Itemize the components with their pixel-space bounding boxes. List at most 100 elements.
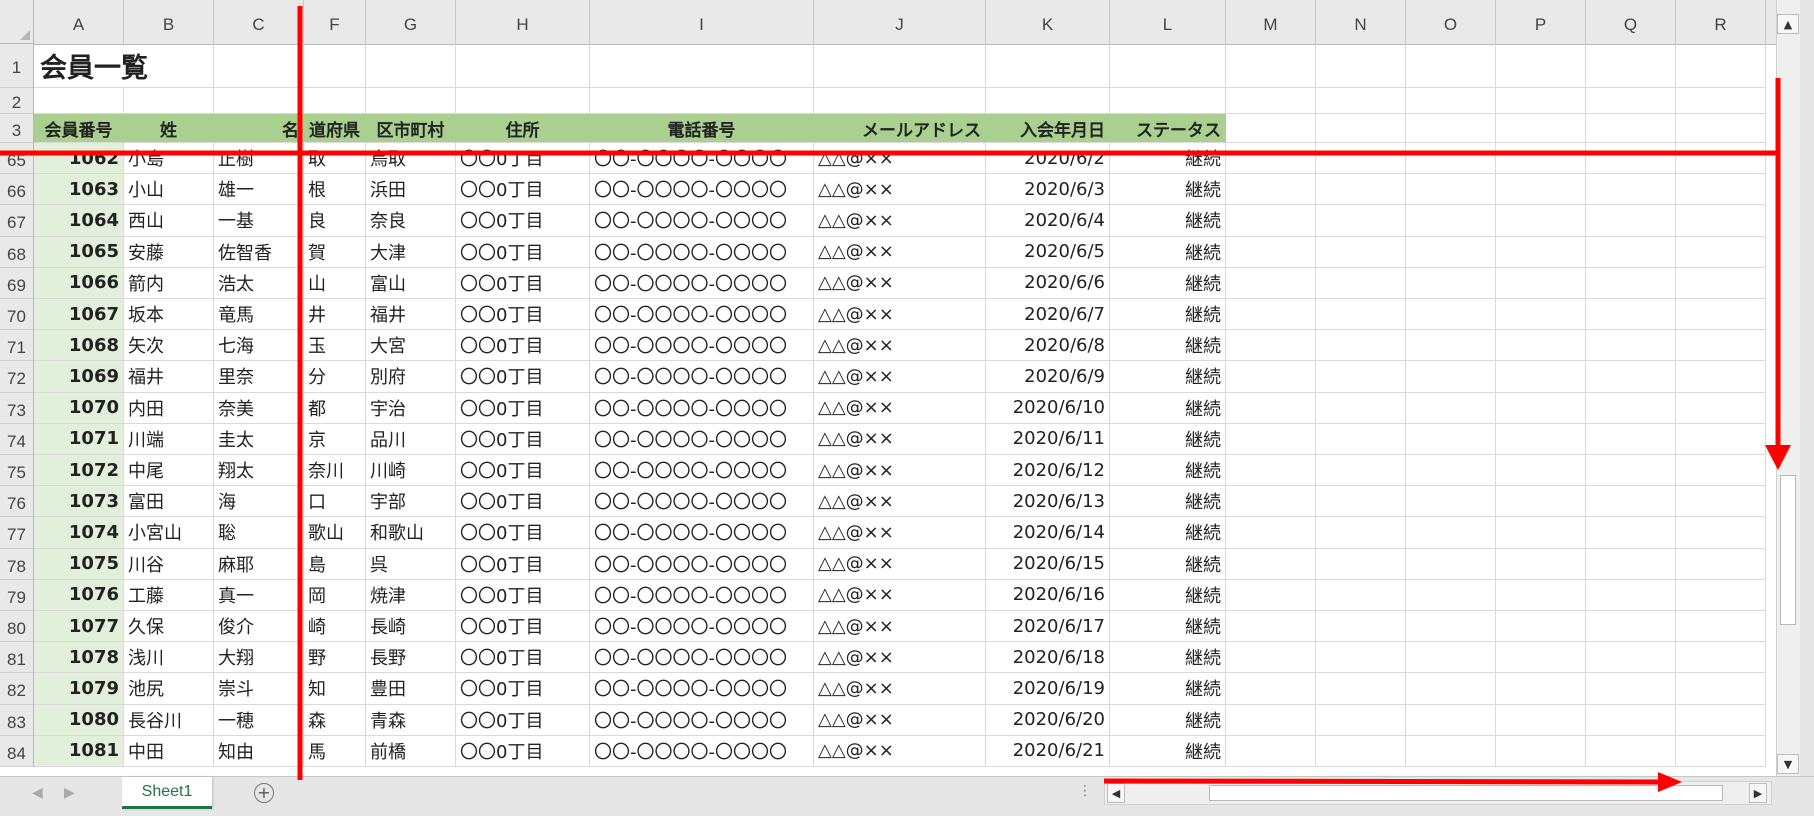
table-cell-tel[interactable]: 〇〇-〇〇〇〇-〇〇〇〇 (590, 143, 814, 175)
table-cell-pref[interactable]: 口 (304, 486, 366, 518)
empty-cell[interactable] (1316, 735, 1406, 767)
empty-cell[interactable] (1406, 114, 1496, 143)
table-cell-date[interactable]: 2020/6/3 (986, 174, 1110, 206)
column-header-p[interactable]: P (1496, 0, 1586, 44)
table-cell-status[interactable]: 継続 (1110, 267, 1226, 299)
table-cell-status[interactable]: 継続 (1110, 174, 1226, 206)
table-cell-mei[interactable]: 一基 (214, 205, 304, 237)
empty-cell[interactable] (124, 88, 214, 114)
table-cell-status[interactable]: 継続 (1110, 548, 1226, 580)
empty-cell[interactable] (1586, 143, 1676, 175)
row-header-1[interactable]: 1 (0, 44, 33, 88)
table-cell-addr[interactable]: 〇〇0丁目 (456, 611, 590, 643)
table-cell-pref[interactable]: 森 (304, 704, 366, 736)
empty-cell[interactable] (304, 44, 366, 88)
table-cell-date[interactable]: 2020/6/6 (986, 267, 1110, 299)
plus-circle-icon[interactable]: + (254, 783, 274, 803)
table-cell-date[interactable]: 2020/6/19 (986, 673, 1110, 705)
empty-cell[interactable] (1226, 205, 1316, 237)
table-cell-mei[interactable]: 正樹 (214, 143, 304, 175)
table-cell-status[interactable]: 継続 (1110, 392, 1226, 424)
empty-cell[interactable] (1406, 88, 1496, 114)
table-cell-id[interactable]: 1081 (34, 735, 124, 767)
row-header-73[interactable]: 73 (0, 393, 33, 424)
table-cell-id[interactable]: 1078 (34, 642, 124, 674)
table-cell-id[interactable]: 1069 (34, 361, 124, 393)
empty-cell[interactable] (1676, 236, 1766, 268)
empty-cell[interactable] (1676, 267, 1766, 299)
table-cell-id[interactable]: 1074 (34, 517, 124, 549)
table-cell-mail[interactable]: △△@×× (814, 673, 986, 705)
vertical-scrollbar[interactable]: ▲ ▼ (1776, 0, 1800, 776)
table-cell-date[interactable]: 2020/6/21 (986, 735, 1110, 767)
horizontal-scroll-thumb[interactable] (1209, 785, 1723, 801)
table-cell-mail[interactable]: △△@×× (814, 361, 986, 393)
empty-cell[interactable] (1226, 299, 1316, 331)
table-cell-addr[interactable]: 〇〇0丁目 (456, 455, 590, 487)
empty-cell[interactable] (214, 88, 304, 114)
empty-cell[interactable] (1496, 174, 1586, 206)
column-header-q[interactable]: Q (1586, 0, 1676, 44)
table-cell-pref[interactable]: 都 (304, 392, 366, 424)
table-cell-pref[interactable]: 奈川 (304, 455, 366, 487)
empty-cell[interactable] (1406, 455, 1496, 487)
empty-cell[interactable] (1406, 44, 1496, 88)
table-cell-mei[interactable]: 翔太 (214, 455, 304, 487)
table-cell-status[interactable]: 継続 (1110, 579, 1226, 611)
empty-cell[interactable] (1496, 486, 1586, 518)
empty-cell[interactable] (590, 88, 814, 114)
table-cell-mei[interactable]: 海 (214, 486, 304, 518)
column-header-k[interactable]: K (986, 0, 1110, 44)
row-header-77[interactable]: 77 (0, 517, 33, 549)
empty-cell[interactable] (366, 44, 456, 88)
table-cell-pref[interactable]: 馬 (304, 735, 366, 767)
empty-cell[interactable] (1586, 579, 1676, 611)
empty-cell[interactable] (1496, 548, 1586, 580)
table-cell-pref[interactable]: 山 (304, 267, 366, 299)
table-cell-id[interactable]: 1067 (34, 299, 124, 331)
empty-cell[interactable] (1226, 548, 1316, 580)
row-header-75[interactable]: 75 (0, 455, 33, 487)
table-cell-id[interactable]: 1077 (34, 611, 124, 643)
table-cell-mail[interactable]: △△@×× (814, 174, 986, 206)
empty-cell[interactable] (1316, 486, 1406, 518)
empty-cell[interactable] (366, 88, 456, 114)
empty-cell[interactable] (1586, 704, 1676, 736)
tab-splitter-handle[interactable]: ⋮ (1078, 783, 1092, 799)
table-cell-city[interactable]: 青森 (366, 704, 456, 736)
row-header-69[interactable]: 69 (0, 268, 33, 299)
table-cell-id[interactable]: 1064 (34, 205, 124, 237)
table-cell-city[interactable]: 奈良 (366, 205, 456, 237)
table-cell-sei[interactable]: 内田 (124, 392, 214, 424)
table-cell-addr[interactable]: 〇〇0丁目 (456, 704, 590, 736)
table-cell-addr[interactable]: 〇〇0丁目 (456, 205, 590, 237)
empty-cell[interactable] (1496, 392, 1586, 424)
empty-cell[interactable] (1676, 88, 1766, 114)
table-cell-city[interactable]: 福井 (366, 299, 456, 331)
empty-cell[interactable] (1496, 299, 1586, 331)
table-cell-mail[interactable]: △△@×× (814, 423, 986, 455)
column-header-m[interactable]: M (1226, 0, 1316, 44)
empty-cell[interactable] (1496, 267, 1586, 299)
empty-cell[interactable] (1406, 517, 1496, 549)
empty-cell[interactable] (1406, 642, 1496, 674)
table-cell-addr[interactable]: 〇〇0丁目 (456, 236, 590, 268)
table-cell-mail[interactable]: △△@×× (814, 236, 986, 268)
table-cell-tel[interactable]: 〇〇-〇〇〇〇-〇〇〇〇 (590, 517, 814, 549)
empty-cell[interactable] (1226, 642, 1316, 674)
empty-cell[interactable] (1586, 330, 1676, 362)
table-cell-mei[interactable]: 里奈 (214, 361, 304, 393)
table-header-cell[interactable]: 電話番号 (590, 114, 814, 143)
table-cell-addr[interactable]: 〇〇0丁目 (456, 642, 590, 674)
empty-cell[interactable] (1496, 236, 1586, 268)
empty-cell[interactable] (456, 88, 590, 114)
empty-cell[interactable] (1586, 361, 1676, 393)
empty-cell[interactable] (34, 88, 124, 114)
table-cell-addr[interactable]: 〇〇0丁目 (456, 392, 590, 424)
empty-cell[interactable] (1316, 361, 1406, 393)
empty-cell[interactable] (1676, 455, 1766, 487)
table-cell-pref[interactable]: 歌山 (304, 517, 366, 549)
empty-cell[interactable] (1586, 642, 1676, 674)
column-header-i[interactable]: I (590, 0, 814, 44)
table-cell-id[interactable]: 1075 (34, 548, 124, 580)
